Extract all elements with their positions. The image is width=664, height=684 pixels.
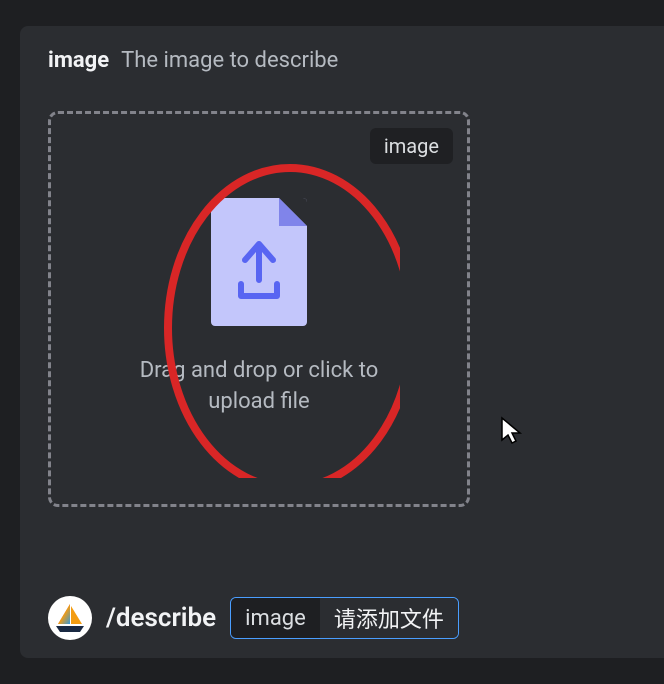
dropzone-instruction: Drag and drop or click to upload file: [119, 356, 399, 418]
app-avatar: [48, 596, 92, 640]
command-row: /describe image 请添加文件: [48, 596, 459, 640]
command-parameter[interactable]: image 请添加文件: [230, 597, 459, 639]
param-name: image: [231, 598, 320, 638]
parameter-title: image: [48, 48, 109, 73]
sailboat-icon: [52, 600, 88, 636]
upload-panel: image The image to describe image Drag a…: [20, 26, 664, 658]
dropzone-badge: image: [370, 128, 453, 164]
panel-header: image The image to describe: [20, 26, 664, 91]
parameter-description: The image to describe: [121, 48, 338, 73]
file-dropzone[interactable]: image Drag and drop or click to upload f…: [48, 111, 470, 507]
command-name: /describe: [106, 603, 216, 633]
upload-arrow-icon: [233, 240, 285, 302]
param-value: 请添加文件: [320, 598, 458, 638]
upload-file-icon: [211, 198, 307, 326]
